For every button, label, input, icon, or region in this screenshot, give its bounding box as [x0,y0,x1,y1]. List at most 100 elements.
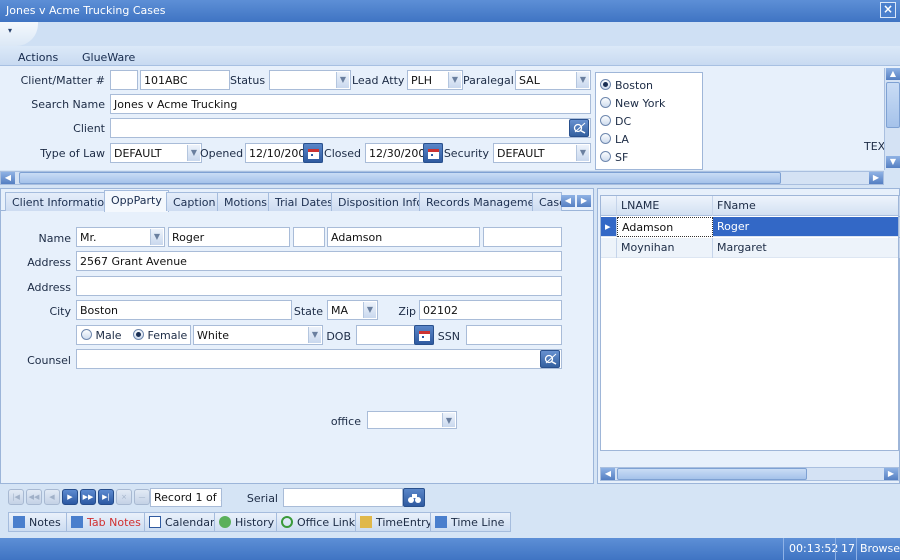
menu-actions[interactable]: Actions [18,51,58,64]
office-label: office [330,415,361,428]
prev-page-icon[interactable]: ◀◀ [26,489,42,505]
gender-option-female[interactable]: Female [133,329,187,342]
client-field[interactable] [110,118,591,138]
tab-scroll-right-icon[interactable]: ▶ [577,195,591,207]
scroll-down-icon[interactable]: ▼ [886,156,900,168]
counsel-lookup-button[interactable] [540,350,560,368]
address1-field[interactable]: 2567 Grant Avenue [76,251,562,271]
chevron-down-icon[interactable]: ▼ [336,72,349,88]
scroll-right-icon[interactable]: ▶ [884,468,898,480]
column-header-lname[interactable]: LNAME [617,196,713,216]
serial-field[interactable] [283,488,403,507]
zip-field[interactable]: 02102 [419,300,562,320]
nav-buttons: |◀ ◀◀ ◀ ▶ ▶▶ ▶| × — [8,489,150,507]
client-matter-prefix-field[interactable] [110,70,138,90]
last-name-field[interactable]: Adamson [327,227,480,247]
office-link-button[interactable]: Office Link [276,512,363,532]
chevron-down-icon[interactable]: ▼ [308,327,321,343]
counsel-field[interactable] [76,349,562,369]
chevron-down-icon[interactable]: ▼ [576,145,589,161]
middle-name-field[interactable] [293,227,325,247]
time-line-button[interactable]: Time Line [430,512,512,532]
office-option-la[interactable]: LA [600,133,629,151]
prev-record-icon[interactable]: ◀ [44,489,60,505]
tab-client-information[interactable]: Client Information [5,192,119,211]
tab-caption[interactable]: Caption [166,192,223,211]
office-option-boston[interactable]: Boston [600,79,653,97]
tab-scroll-left-icon[interactable]: ◀ [561,195,575,207]
name-prefix-dropdown[interactable]: Mr. ▼ [76,227,165,247]
history-button[interactable]: History [214,512,282,532]
office-option-sf[interactable]: SF [600,151,628,169]
name-suffix-field[interactable] [483,227,562,247]
scroll-up-icon[interactable]: ▲ [886,68,900,80]
title-bar: Jones v Acme Trucking Cases × [0,0,900,22]
scroll-right-icon[interactable]: ▶ [869,172,883,184]
quick-access-menu[interactable]: ▾ [0,22,38,46]
time-entry-button[interactable]: TimeEntry [355,512,440,532]
scroll-thumb[interactable] [19,172,781,184]
table-row[interactable]: Moynihan Margaret [601,238,900,258]
office-option-dc[interactable]: DC [600,115,631,133]
scroll-thumb[interactable] [617,468,807,480]
chevron-down-icon[interactable]: ▼ [187,145,200,161]
header-vertical-scrollbar[interactable]: ▲ ▼ [884,68,900,170]
chevron-down-icon[interactable]: ▼ [576,72,589,88]
client-matter-label: Client/Matter # [20,74,105,87]
state-dropdown[interactable]: MA ▼ [327,300,378,320]
cell-fname[interactable]: Margaret [713,238,900,258]
office-dropdown[interactable]: ▼ [367,411,457,429]
calendar-button[interactable]: Calendar [144,512,222,532]
cell-lname[interactable]: Moynihan [617,238,713,258]
chevron-down-icon[interactable]: ▼ [448,72,461,88]
grid-horizontal-scrollbar[interactable]: ◀ ▶ [600,467,899,481]
menu-glueware[interactable]: GlueWare [82,51,135,64]
first-name-field[interactable]: Roger [168,227,290,247]
table-row[interactable]: ▸ Adamson Roger [601,217,900,237]
lead-atty-dropdown[interactable]: PLH ▼ [407,70,463,90]
last-record-icon[interactable]: ▶| [98,489,114,505]
column-header-fname[interactable]: FName [713,196,900,216]
chevron-down-icon[interactable]: ▼ [150,229,163,245]
cell-fname[interactable]: Roger [713,217,900,237]
tab-motions[interactable]: Motions [217,192,275,211]
gender-option-male[interactable]: Male [81,329,122,342]
delete-record-icon[interactable]: × [116,489,132,505]
closed-calendar-button[interactable] [423,143,443,163]
opened-calendar-button[interactable] [303,143,323,163]
tab-case[interactable]: Case [532,192,562,211]
tab-notes-button[interactable]: Tab Notes [66,512,148,532]
race-dropdown[interactable]: White ▼ [193,325,323,345]
close-button[interactable]: × [880,2,896,18]
dob-calendar-button[interactable] [414,325,434,345]
cell-lname[interactable]: Adamson [617,217,713,237]
paralegal-dropdown[interactable]: SAL ▼ [515,70,591,90]
city-field[interactable]: Boston [76,300,292,320]
client-lookup-button[interactable] [569,119,589,137]
tab-oppparty[interactable]: OppParty [104,190,169,212]
next-page-icon[interactable]: ▶▶ [80,489,96,505]
notes-button[interactable]: Notes [8,512,68,532]
first-record-icon[interactable]: |◀ [8,489,24,505]
ssn-field[interactable] [466,325,562,345]
tab-trial-dates[interactable]: Trial Dates [268,192,340,211]
type-of-law-dropdown[interactable]: DEFAULT ▼ [110,143,202,163]
next-record-icon[interactable]: ▶ [62,489,78,505]
status-dropdown[interactable]: ▼ [269,70,351,90]
header-horizontal-scrollbar[interactable]: ◀ ▶ [0,171,884,185]
chevron-down-icon[interactable]: ▼ [363,302,376,318]
client-matter-field[interactable]: 101ABC [140,70,230,90]
tab-disposition-info[interactable]: Disposition Info [331,192,431,211]
search-name-field[interactable]: Jones v Acme Trucking [110,94,591,114]
scroll-left-icon[interactable]: ◀ [601,468,615,480]
radio-icon [600,133,611,144]
scroll-left-icon[interactable]: ◀ [1,172,15,184]
add-record-icon[interactable]: — [134,489,150,505]
oppparty-grid: LNAME FName ▸ Adamson Roger Moynihan Mar… [600,195,900,451]
office-option-new-york[interactable]: New York [600,97,665,115]
serial-search-button[interactable] [403,488,425,507]
security-dropdown[interactable]: DEFAULT ▼ [493,143,591,163]
scroll-thumb[interactable] [886,82,900,128]
chevron-down-icon[interactable]: ▼ [442,413,455,427]
address2-field[interactable] [76,276,562,296]
